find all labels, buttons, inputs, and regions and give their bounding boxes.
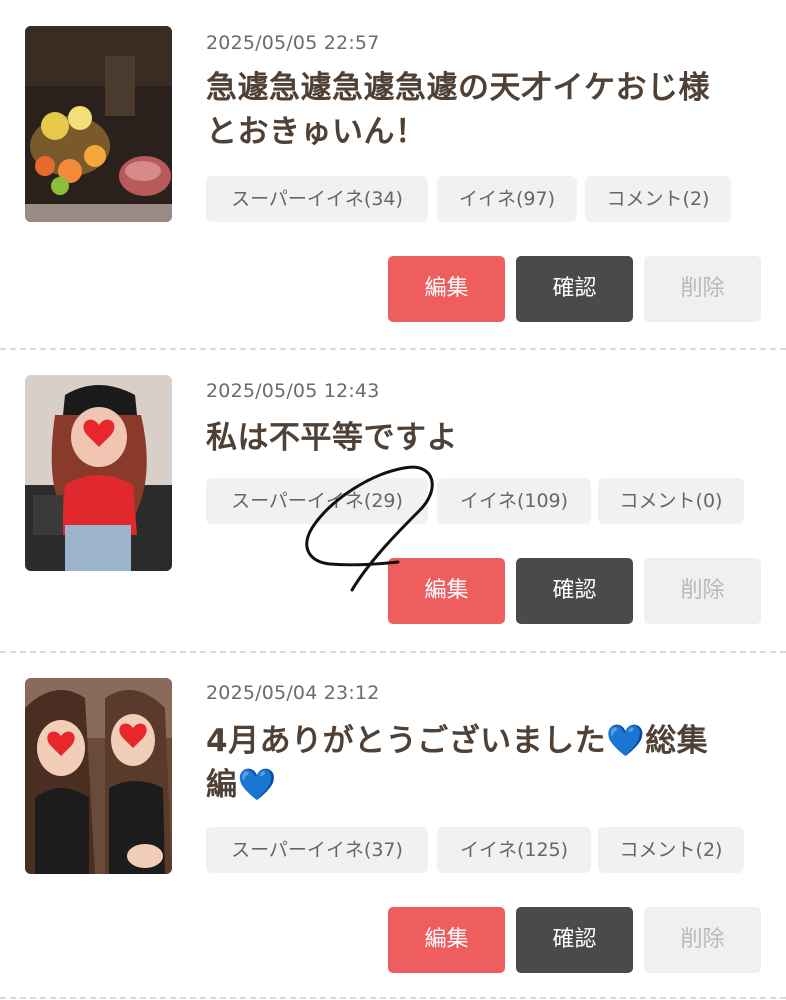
post-title[interactable]: 私は不平等ですよ bbox=[206, 416, 766, 460]
confirm-button[interactable]: 確認 bbox=[516, 907, 633, 973]
post-title-line: 編💙 bbox=[206, 763, 766, 807]
post-date: 2025/05/05 22:57 bbox=[206, 32, 380, 54]
post-title-line: とおきゅいん！ bbox=[206, 114, 427, 150]
confirm-button[interactable]: 確認 bbox=[516, 256, 633, 322]
super-like-tag: スーパーイイネ(34) bbox=[206, 176, 428, 222]
post-title[interactable]: 急遽急遽急遽急遽の天才イケおじ様 とおきゅいん！ bbox=[206, 66, 766, 154]
post-date: 2025/05/04 23:12 bbox=[206, 682, 380, 704]
comment-tag: コメント(2) bbox=[585, 176, 731, 222]
post-thumbnail-2[interactable] bbox=[25, 375, 172, 571]
confirm-button[interactable]: 確認 bbox=[516, 558, 633, 624]
post-title-line: 私は不平等ですよ bbox=[206, 420, 458, 456]
post-thumbnail-3[interactable] bbox=[25, 678, 172, 874]
post-thumbnail-1[interactable] bbox=[25, 26, 172, 222]
post-title-line: 4月ありがとうございました💙総集 bbox=[206, 719, 766, 763]
post-item-1: 2025/05/05 22:57 急遽急遽急遽急遽の天才イケおじ様 とおきゅいん… bbox=[0, 0, 786, 348]
blue-heart-icon: 💙 bbox=[606, 723, 646, 759]
like-tag: イイネ(109) bbox=[437, 478, 591, 524]
delete-button[interactable]: 削除 bbox=[644, 256, 761, 322]
post-divider bbox=[0, 997, 786, 999]
comment-tag: コメント(0) bbox=[598, 478, 744, 524]
edit-button[interactable]: 編集 bbox=[388, 256, 505, 322]
delete-button[interactable]: 削除 bbox=[644, 558, 761, 624]
post-title-text: 編 bbox=[206, 767, 238, 803]
blue-heart-icon: 💙 bbox=[237, 767, 277, 803]
comment-tag: コメント(2) bbox=[598, 827, 744, 873]
post-title[interactable]: 4月ありがとうございました💙総集 編💙 bbox=[206, 719, 766, 807]
post-date: 2025/05/05 12:43 bbox=[206, 380, 380, 402]
post-title-text: 4月ありがとうございました bbox=[206, 723, 607, 759]
post-title-line: 急遽急遽急遽急遽の天才イケおじ様 bbox=[206, 70, 710, 106]
like-tag: イイネ(97) bbox=[437, 176, 577, 222]
post-item-2: 2025/05/05 12:43 私は不平等ですよ スーパーイイネ(29) イイ… bbox=[0, 349, 786, 651]
super-like-tag: スーパーイイネ(37) bbox=[206, 827, 428, 873]
post-item-3: 2025/05/04 23:12 4月ありがとうございました💙総集 編💙 スーパ… bbox=[0, 652, 786, 1000]
super-like-tag: スーパーイイネ(29) bbox=[206, 478, 428, 524]
edit-button[interactable]: 編集 bbox=[388, 907, 505, 973]
post-title-text: 総集 bbox=[645, 723, 709, 759]
delete-button[interactable]: 削除 bbox=[644, 907, 761, 973]
like-tag: イイネ(125) bbox=[437, 827, 591, 873]
edit-button[interactable]: 編集 bbox=[388, 558, 505, 624]
